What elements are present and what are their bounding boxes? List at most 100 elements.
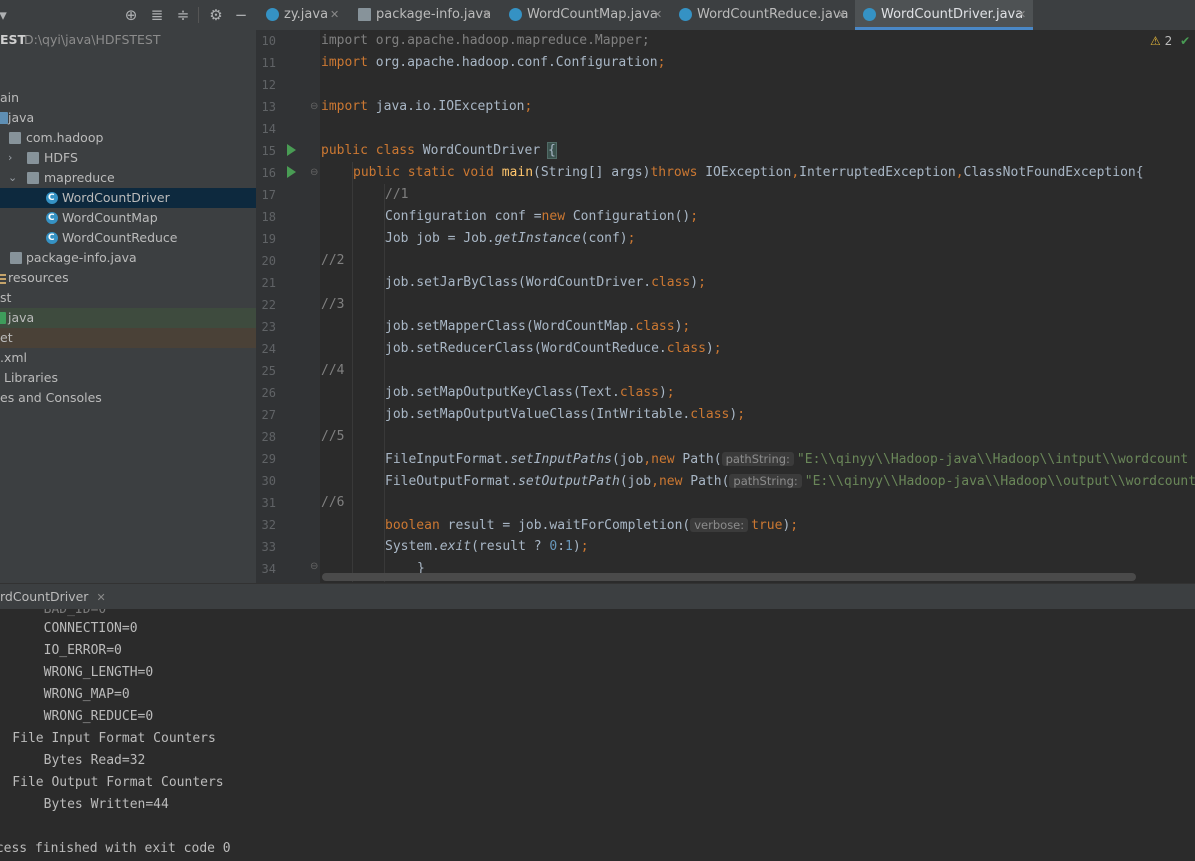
tab-wordcountdriver-java[interactable]: WordCountDriver.java ✕ bbox=[855, 0, 1033, 30]
tab-package-info-java[interactable]: package-info.java ✕ bbox=[350, 0, 500, 30]
line-number: 11 bbox=[261, 56, 276, 70]
tree-item-label: resources bbox=[8, 270, 69, 285]
run-icon[interactable] bbox=[287, 166, 296, 178]
class-icon bbox=[46, 228, 58, 248]
code-line-27: job.setMapOutputValueClass(IntWritable.c… bbox=[385, 407, 746, 422]
chevron-down-icon[interactable]: ⌄ bbox=[8, 168, 17, 188]
run-icon[interactable] bbox=[287, 144, 296, 156]
class-icon bbox=[509, 8, 522, 21]
project-root-path: D:\qyi\java\HDFSTEST bbox=[24, 32, 161, 47]
tree-item-pom[interactable]: .xml bbox=[0, 348, 256, 368]
tree-item-libraries[interactable]: Libraries bbox=[0, 368, 256, 388]
code-line-18: Configuration conf =new Configuration(); bbox=[385, 209, 699, 224]
line-number: 14 bbox=[261, 122, 276, 136]
line-number: 23 bbox=[261, 320, 276, 334]
close-icon[interactable]: ✕ bbox=[96, 591, 105, 604]
tree-item-scratches[interactable]: es and Consoles bbox=[0, 388, 256, 408]
code-line-33: System.exit(result ? 0:1); bbox=[385, 539, 589, 554]
tree-item-com-hadoop[interactable]: com.hadoop bbox=[0, 128, 256, 148]
horizontal-scrollbar[interactable] bbox=[322, 573, 1136, 581]
class-icon bbox=[863, 8, 876, 21]
code-line-19: Job job = Job.getInstance(conf); bbox=[385, 231, 636, 246]
code-line-28: //5 bbox=[321, 429, 345, 444]
code-line-15: public class WordCountDriver { bbox=[321, 142, 557, 159]
tree-item-target[interactable]: et bbox=[0, 328, 256, 348]
tree-item-resources[interactable]: resources bbox=[0, 268, 256, 288]
fold-icon[interactable]: ⊖ bbox=[310, 561, 318, 572]
code-line-17: //1 bbox=[385, 187, 409, 202]
fold-icon[interactable]: ⊖ bbox=[310, 167, 318, 178]
line-number: 16 bbox=[261, 166, 276, 180]
test-folder-icon bbox=[0, 312, 6, 324]
tree-item-java[interactable]: java bbox=[0, 108, 256, 128]
class-icon bbox=[679, 8, 692, 21]
warning-icon: ⚠ bbox=[1150, 34, 1161, 48]
tree-item-label: WordCountReduce bbox=[62, 230, 178, 245]
close-icon[interactable]: ✕ bbox=[653, 0, 662, 30]
code-line-31: //6 bbox=[321, 495, 345, 510]
console-line: IO_ERROR=0 bbox=[43, 643, 122, 658]
tree-item-wordcountreduce[interactable]: WordCountReduce bbox=[0, 228, 256, 248]
line-number: 10 bbox=[261, 34, 276, 48]
locate-icon[interactable]: ⊕ bbox=[122, 6, 140, 24]
console-line: File Input Format Counters bbox=[0, 731, 224, 746]
code-line-10: import org.apache.hadoop.mapreduce.Mappe… bbox=[321, 33, 650, 48]
tree-item-label: WordCountDriver bbox=[62, 190, 170, 205]
tree-item-main[interactable]: ain bbox=[0, 88, 256, 108]
console-line: Bytes Read=32 bbox=[43, 753, 146, 768]
tab-zy-java[interactable]: zy.java ✕ bbox=[258, 0, 350, 30]
project-root-name: EST bbox=[0, 32, 27, 47]
tab-wordcountmap-java[interactable]: WordCountMap.java ✕ bbox=[501, 0, 671, 30]
inspection-widget[interactable]: ⚠ 2 ✔ bbox=[1150, 34, 1190, 48]
close-icon[interactable]: ✕ bbox=[482, 0, 491, 30]
line-number: 28 bbox=[261, 430, 276, 444]
tree-item-label: mapreduce bbox=[44, 170, 115, 185]
line-number: 33 bbox=[261, 540, 276, 554]
editor-gutter: 10 11 12 13 14 15 16 17 18 19 20 21 22 23 24 25 26 27 28 29… bbox=[256, 30, 320, 583]
tab-wordcountreduce-java[interactable]: WordCountReduce.java ✕ bbox=[671, 0, 855, 30]
expand-all-icon[interactable]: ≣ bbox=[148, 6, 166, 24]
class-icon bbox=[266, 8, 279, 21]
minimize-icon[interactable]: − bbox=[232, 6, 250, 24]
collapse-all-icon[interactable]: ≑ bbox=[174, 6, 192, 24]
line-number: 15 bbox=[261, 144, 276, 158]
code-line-20: //2 bbox=[321, 253, 345, 268]
line-number: 12 bbox=[261, 78, 276, 92]
line-number: 26 bbox=[261, 386, 276, 400]
line-number: 34 bbox=[261, 562, 276, 576]
code-editor[interactable]: import org.apache.hadoop.mapreduce.Mappe… bbox=[320, 30, 1195, 583]
console-line: File Output Format Counters bbox=[0, 775, 232, 790]
tab-label: WordCountReduce.java bbox=[697, 7, 849, 22]
fold-icon[interactable]: ⊖ bbox=[310, 101, 318, 112]
gear-icon[interactable]: ⚙ bbox=[207, 6, 225, 24]
parameter-hint: pathString: bbox=[729, 474, 802, 488]
tree-item-test[interactable]: st bbox=[0, 288, 256, 308]
warning-count: 2 bbox=[1164, 34, 1173, 48]
tree-item-label: package-info.java bbox=[26, 250, 137, 265]
project-root[interactable]: EST D:\qyi\java\HDFSTEST bbox=[0, 30, 256, 50]
tree-item-package-info[interactable]: package-info.java bbox=[0, 248, 256, 268]
tree-item-label: Libraries bbox=[4, 370, 58, 385]
divider bbox=[198, 7, 199, 23]
tree-item-hdfs[interactable]: › HDFS bbox=[0, 148, 256, 168]
tab-label: WordCountMap.java bbox=[527, 7, 658, 22]
check-icon: ✔ bbox=[1180, 34, 1191, 48]
tab-label: WordCountDriver.java bbox=[881, 7, 1024, 22]
indent-guide bbox=[384, 184, 385, 582]
console-line: WRONG_REDUCE=0 bbox=[43, 709, 154, 724]
line-number: 24 bbox=[261, 342, 276, 356]
tree-item-wordcountdriver[interactable]: WordCountDriver bbox=[0, 188, 256, 208]
chevron-down-icon[interactable]: ▾ bbox=[0, 6, 12, 24]
run-tab[interactable]: rdCountDriver ✕ bbox=[0, 584, 106, 610]
close-icon[interactable]: ✕ bbox=[330, 0, 339, 30]
close-icon[interactable]: ✕ bbox=[1017, 0, 1026, 30]
tree-item-wordcountmap[interactable]: WordCountMap bbox=[0, 208, 256, 228]
chevron-right-icon[interactable]: › bbox=[8, 148, 12, 168]
console-output[interactable]: BAD_ID=0 CONNECTION=0 IO_ERROR=0 WRONG_L… bbox=[0, 609, 1195, 861]
tree-item-mapreduce[interactable]: ⌄ mapreduce bbox=[0, 168, 256, 188]
console-exit-line: ocess finished with exit code 0 bbox=[0, 841, 231, 856]
tree-item-label: HDFS bbox=[44, 150, 78, 165]
close-icon[interactable]: ✕ bbox=[837, 0, 846, 30]
tree-item-test-java[interactable]: java bbox=[0, 308, 256, 328]
code-line-32: boolean result = job.waitForCompletion(v… bbox=[385, 518, 799, 533]
